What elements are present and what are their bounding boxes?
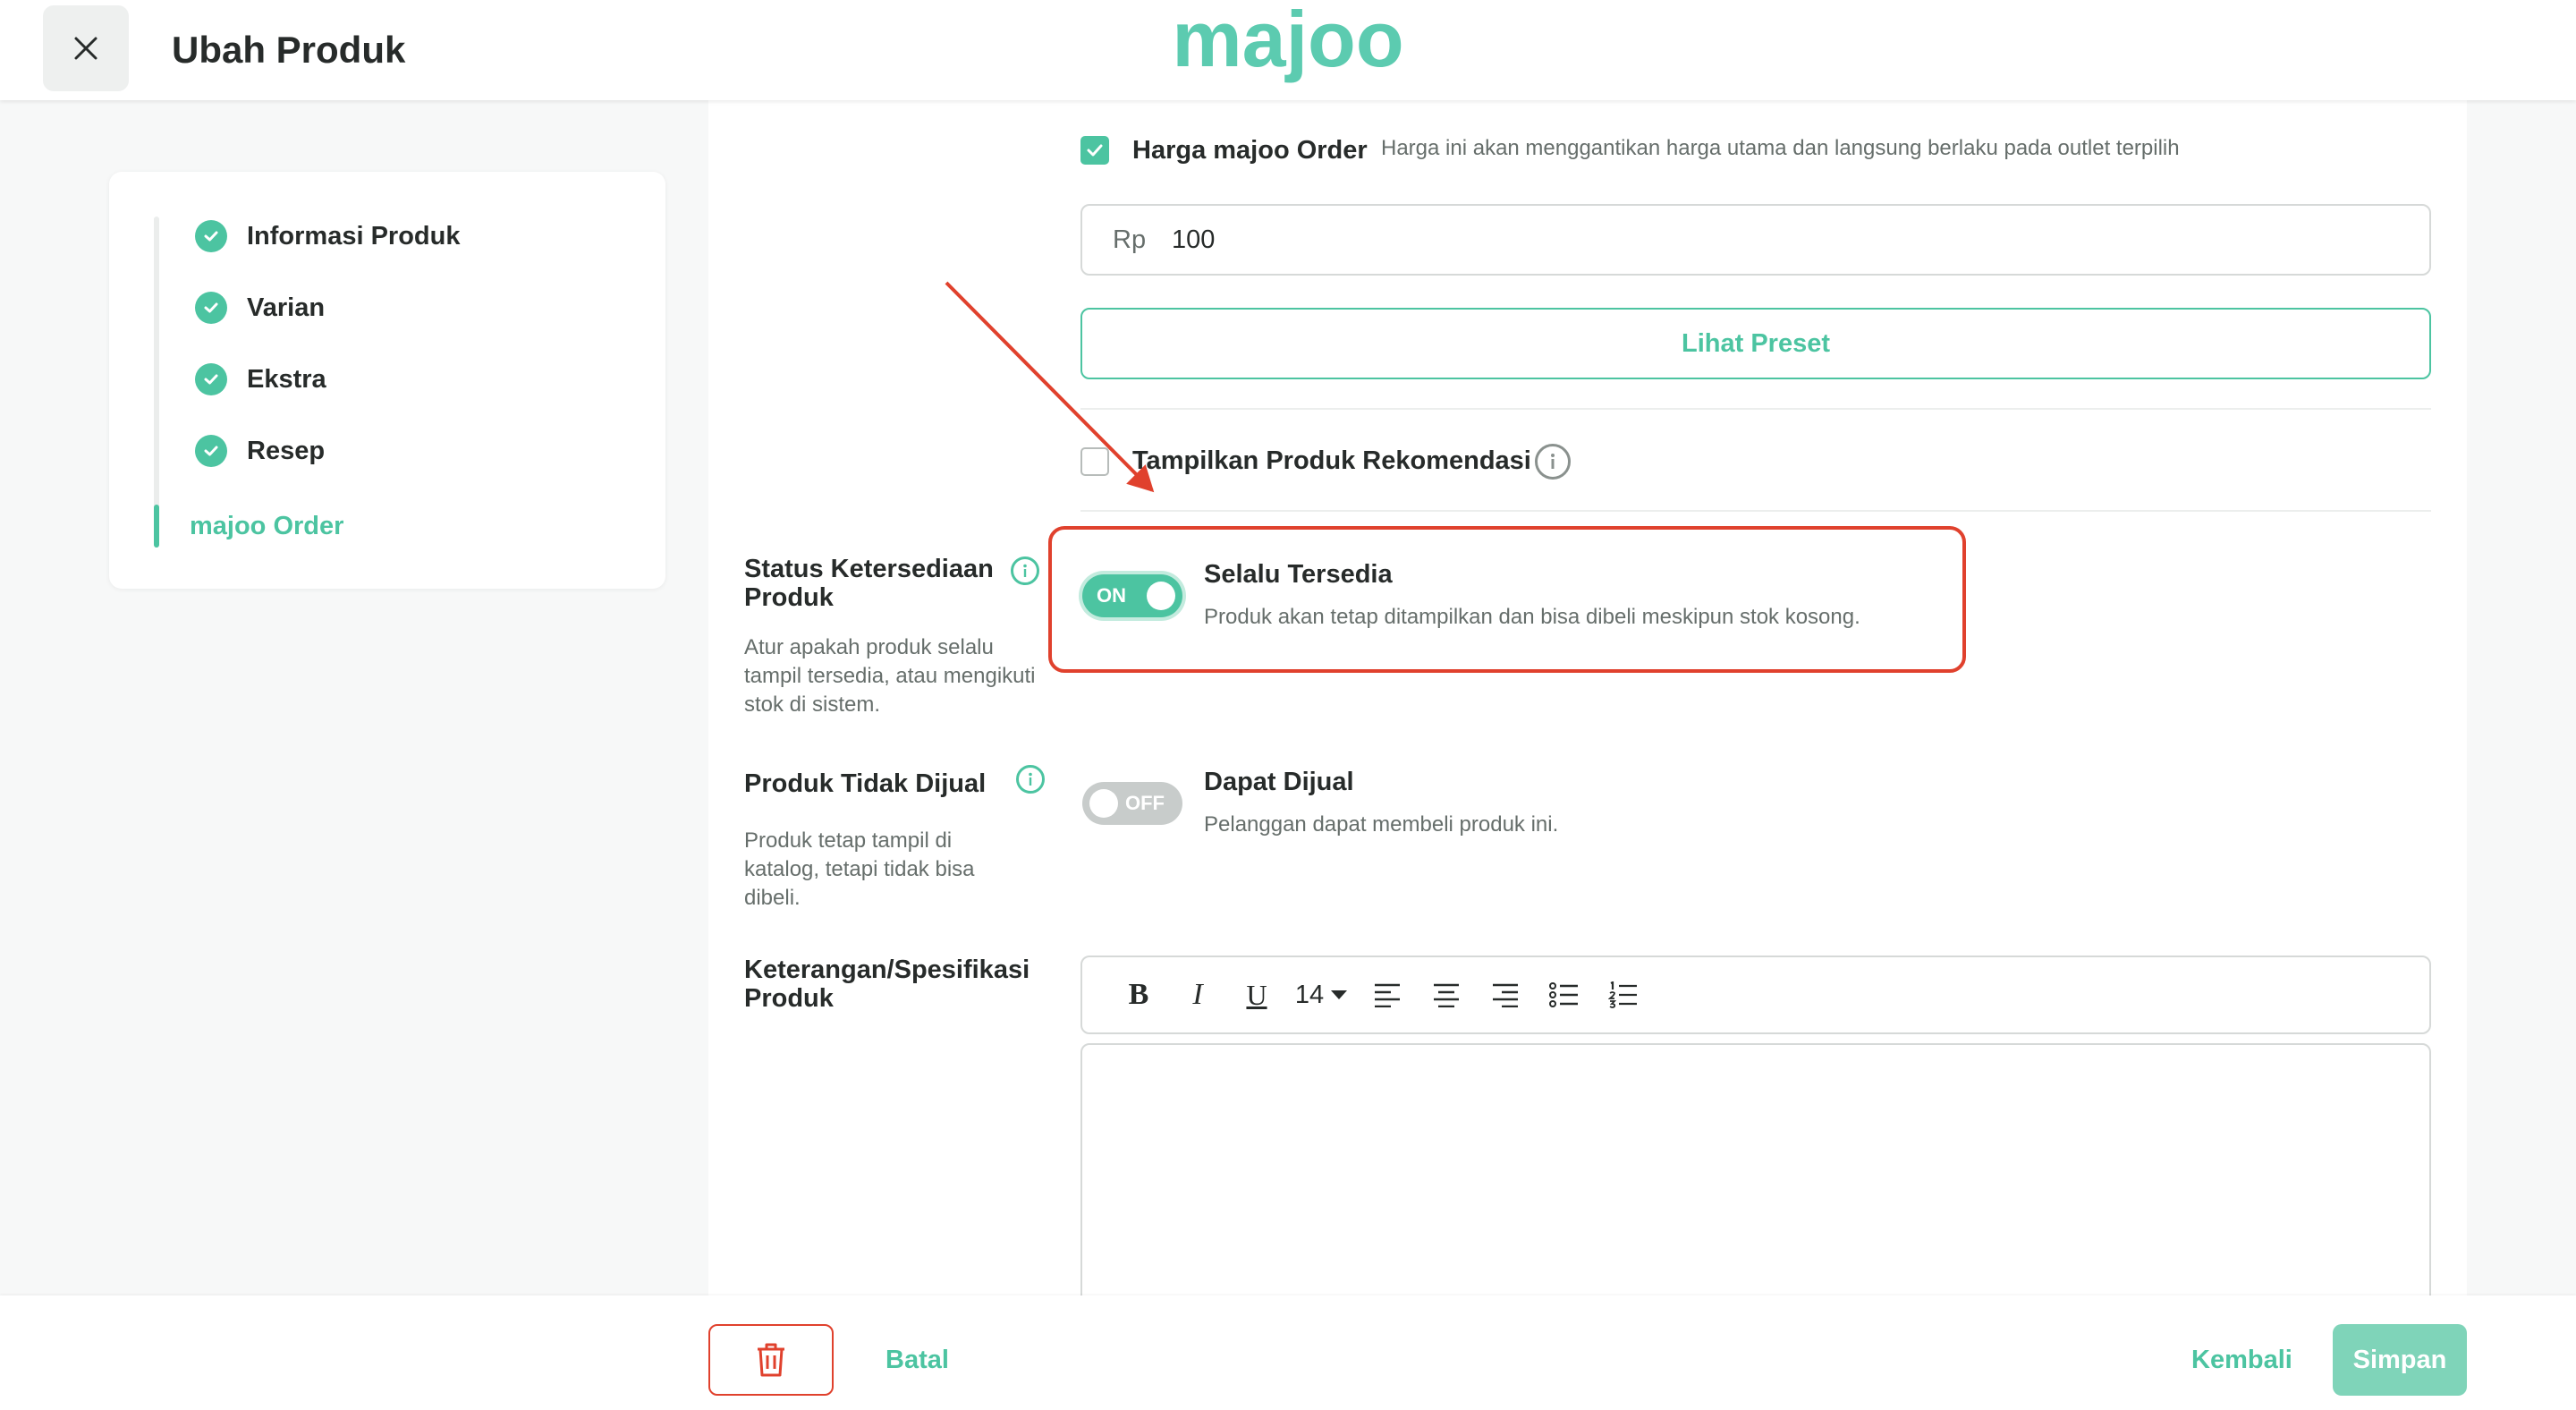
toggle-text: OFF xyxy=(1125,792,1165,814)
check-circle-icon xyxy=(195,220,227,252)
step-majoo-order[interactable]: majoo Order xyxy=(190,505,343,548)
bullet-list-icon xyxy=(1549,982,1578,1007)
toggle-knob xyxy=(1147,582,1175,610)
step-label: Ekstra xyxy=(247,364,326,394)
description-editor[interactable] xyxy=(1080,1043,2431,1321)
step-label: Varian xyxy=(247,293,326,322)
toggle-knob xyxy=(1089,789,1118,818)
back-button[interactable]: Kembali xyxy=(2191,1324,2292,1396)
checkmark-icon xyxy=(1087,144,1103,157)
highlight-box xyxy=(1048,526,1966,673)
check-circle-icon xyxy=(195,363,227,395)
font-size-dropdown[interactable]: 14 xyxy=(1286,970,1358,1020)
font-size-value: 14 xyxy=(1294,980,1325,1009)
step-varian[interactable]: Varian xyxy=(195,286,325,329)
align-center-icon xyxy=(1434,983,1459,1007)
close-button[interactable] xyxy=(43,5,129,91)
align-left-icon xyxy=(1375,983,1400,1007)
not-for-sale-option-desc: Pelanggan dapat membeli produk ini. xyxy=(1204,812,1559,837)
step-ekstra[interactable]: Ekstra xyxy=(195,358,326,401)
currency-prefix: Rp xyxy=(1113,225,1147,254)
step-rail-active xyxy=(154,505,159,548)
numbered-list-button[interactable] xyxy=(1594,970,1653,1020)
info-icon[interactable] xyxy=(1535,444,1571,480)
cancel-button[interactable]: Batal xyxy=(886,1324,949,1396)
page-title: Ubah Produk xyxy=(172,29,406,71)
not-for-sale-toggle[interactable]: OFF xyxy=(1082,782,1182,825)
availability-toggle[interactable]: ON xyxy=(1082,574,1182,617)
caret-down-icon xyxy=(1331,990,1348,999)
lihat-preset-button[interactable]: Lihat Preset xyxy=(1080,308,2431,379)
info-icon[interactable] xyxy=(1011,556,1039,585)
align-right-icon xyxy=(1493,983,1518,1007)
availability-option-desc: Produk akan tetap ditampilkan dan bisa d… xyxy=(1204,605,1860,629)
top-bar: Ubah Produk majoo xyxy=(0,0,2576,100)
info-icon[interactable] xyxy=(1016,765,1045,794)
footer-bar: Batal Kembali Simpan xyxy=(0,1295,2576,1410)
trash-icon xyxy=(758,1343,784,1377)
step-rail xyxy=(154,217,159,533)
align-left-button[interactable] xyxy=(1358,970,1417,1020)
annotation-arrow xyxy=(945,281,1155,493)
step-navigator: Informasi Produk Varian Ekstra Resep maj… xyxy=(109,172,665,589)
bullet-list-button[interactable] xyxy=(1535,970,1594,1020)
not-for-sale-description: Produk tetap tampil di katalog, tetapi t… xyxy=(744,828,975,910)
step-resep[interactable]: Resep xyxy=(195,429,325,472)
check-circle-icon xyxy=(195,292,227,324)
availability-description: Atur apakah produk selalu tampil tersedi… xyxy=(744,635,1036,717)
align-right-button[interactable] xyxy=(1476,970,1535,1020)
availability-title: Status Ketersediaan Produk xyxy=(744,555,994,612)
step-informasi-produk[interactable]: Informasi Produk xyxy=(195,215,461,258)
price-value: 100 xyxy=(1172,225,1216,254)
price-input[interactable]: Rp 100 xyxy=(1080,204,2431,276)
not-for-sale-option-title: Dapat Dijual xyxy=(1204,768,1354,796)
toggle-text: ON xyxy=(1097,584,1126,607)
majoo-logo: majoo xyxy=(1174,7,1402,83)
logo-text: majoo xyxy=(1174,7,1402,83)
close-icon xyxy=(74,37,97,60)
availability-option-title: Selalu Tersedia xyxy=(1204,560,1393,589)
align-center-button[interactable] xyxy=(1417,970,1476,1020)
numbered-list-icon xyxy=(1608,981,1637,1008)
step-label: Informasi Produk xyxy=(247,221,461,251)
underline-button[interactable]: U xyxy=(1227,970,1286,1020)
bold-button[interactable]: B xyxy=(1109,970,1168,1020)
step-label: Resep xyxy=(247,436,326,465)
save-button[interactable]: Simpan xyxy=(2333,1324,2467,1396)
recommendation-label: Tampilkan Produk Rekomendasi xyxy=(1132,446,1531,475)
step-label: majoo Order xyxy=(190,511,344,540)
italic-button[interactable]: I xyxy=(1168,970,1227,1020)
editor-toolbar: B I U 14 xyxy=(1080,956,2431,1034)
divider xyxy=(1080,510,2431,512)
majoo-order-price-hint: Harga ini akan menggantikan harga utama … xyxy=(1381,136,2180,160)
majoo-order-price-checkbox[interactable] xyxy=(1080,136,1109,165)
delete-button[interactable] xyxy=(708,1324,834,1396)
specification-title: Keterangan/Spesifikasi Produk xyxy=(744,956,1030,1013)
divider xyxy=(1080,408,2431,410)
not-for-sale-title: Produk Tidak Dijual xyxy=(744,769,987,798)
majoo-order-price-label: Harga majoo Order xyxy=(1132,136,1368,165)
check-circle-icon xyxy=(195,435,227,467)
